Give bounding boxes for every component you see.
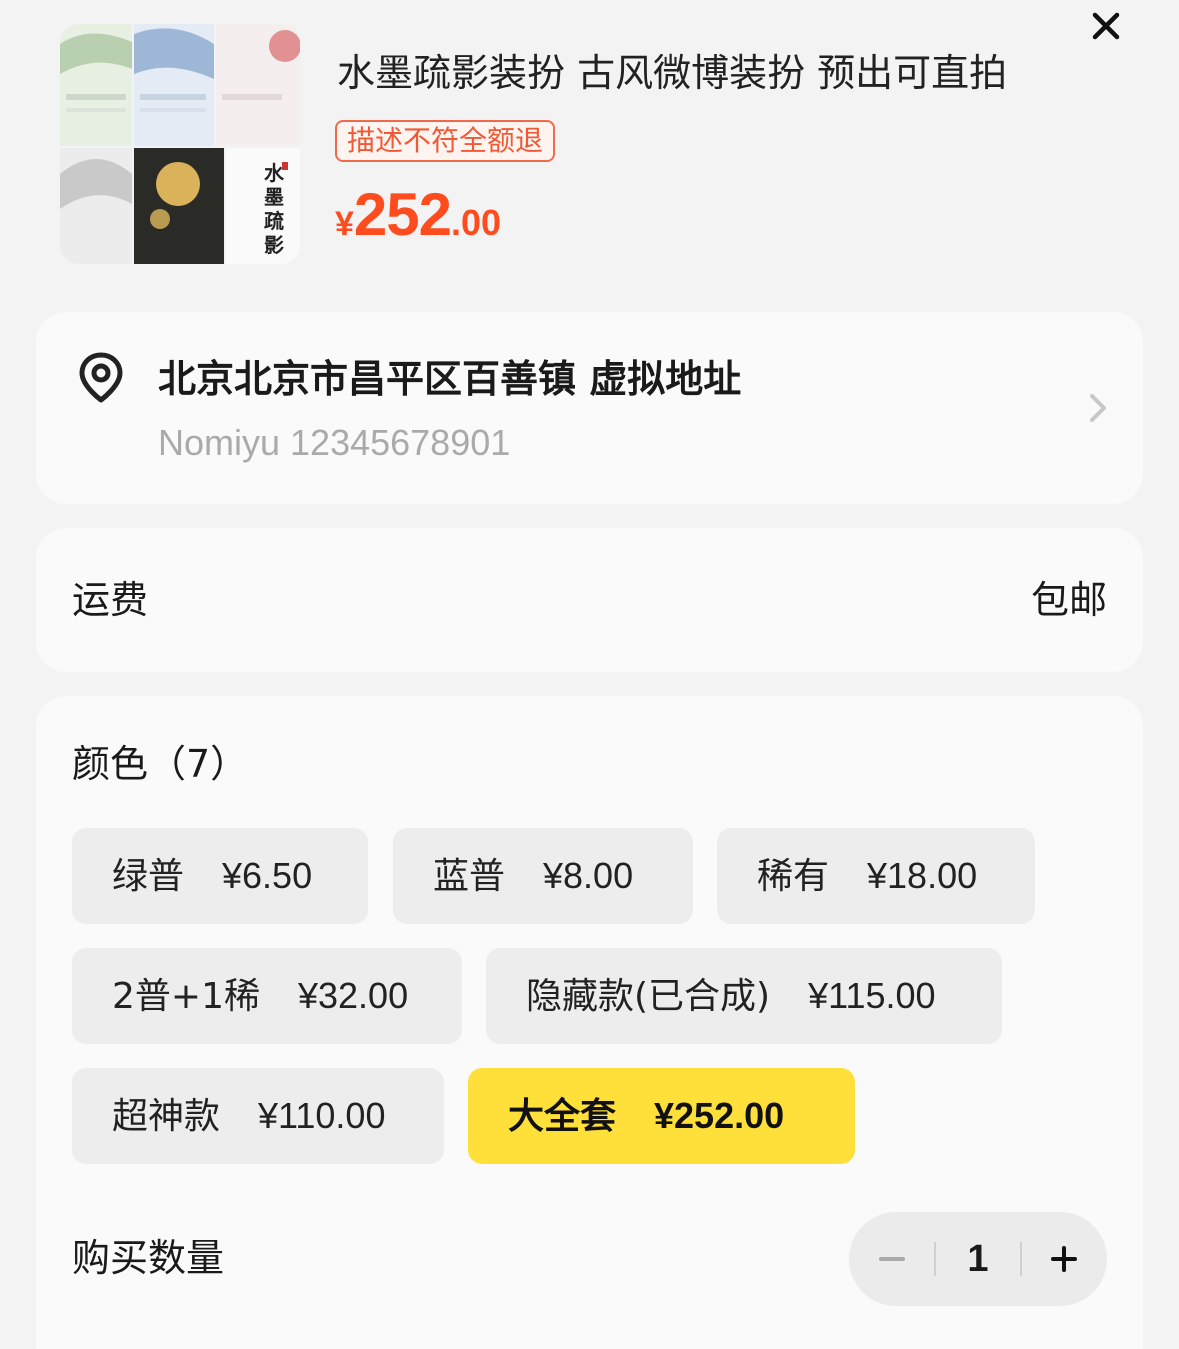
thumb-caption-4: 影 <box>264 233 284 257</box>
thumb-caption-3: 疏 <box>264 209 284 233</box>
option-price: ¥110.00 <box>258 1095 386 1136</box>
product-thumbnail[interactable]: 水 墨 疏 影 <box>60 24 300 264</box>
chevron-right-icon <box>1090 394 1106 422</box>
address-line: 北京北京市昌平区百善镇 虚拟地址 <box>158 357 742 401</box>
quantity-value[interactable]: 1 <box>935 1212 1021 1306</box>
option-price: ¥252.00 <box>654 1095 785 1136</box>
option-hidden[interactable]: 隐藏款(已合成) ¥115.00 <box>486 948 1002 1044</box>
decrease-button[interactable] <box>849 1212 935 1306</box>
option-lvpu[interactable]: 绿普 ¥6.50 <box>72 828 368 924</box>
product-price: ¥252.00 <box>335 180 501 249</box>
quantity-label: 购买数量 <box>72 1236 225 1280</box>
option-name: 2普+1稀 <box>112 976 260 1017</box>
quantity-stepper[interactable]: 1 <box>849 1212 1107 1306</box>
option-name: 绿普 <box>112 856 185 897</box>
price-currency: ¥ <box>335 205 354 243</box>
option-price: ¥32.00 <box>297 975 409 1016</box>
option-name: 蓝普 <box>433 856 506 897</box>
spec-card: 颜色（7） 绿普 ¥6.50 蓝普 ¥8.00 稀有 ¥18.00 2普+1稀 ¥32.… <box>36 696 1143 1349</box>
price-decimal: .00 <box>451 202 502 243</box>
thumb-caption-2: 墨 <box>264 185 284 209</box>
close-button[interactable] <box>1084 4 1128 48</box>
option-price: ¥6.50 <box>222 855 313 896</box>
close-icon <box>1092 12 1120 40</box>
option-name: 超神款 <box>112 1096 221 1137</box>
option-daquantao-selected[interactable]: 大全套 ¥252.00 <box>468 1068 855 1164</box>
option-price: ¥18.00 <box>867 855 978 896</box>
minus-icon <box>879 1257 905 1261</box>
spec-title: 颜色（7） <box>72 742 249 786</box>
thumb-caption-1: 水 <box>264 161 285 185</box>
option-xiyou[interactable]: 稀有 ¥18.00 <box>717 828 1035 924</box>
plus-icon <box>1051 1246 1077 1272</box>
refund-guarantee-tag: 描述不符全额退 <box>335 120 556 162</box>
location-pin-icon <box>79 352 123 403</box>
option-lanpu[interactable]: 蓝普 ¥8.00 <box>393 828 693 924</box>
option-name: 稀有 <box>757 856 830 897</box>
address-contact: Nomiyu 12345678901 <box>158 422 511 463</box>
sku-selection-sheet: 水 墨 疏 影 水墨疏影装扮 古风微博装扮 预出可直拍 描述不符全额退 ¥252… <box>0 0 1179 1349</box>
option-price: ¥8.00 <box>543 855 634 896</box>
option-name: 大全套 <box>508 1096 617 1137</box>
address-card[interactable]: 北京北京市昌平区百善镇 虚拟地址 Nomiyu 12345678901 <box>36 312 1143 504</box>
shipping-card: 运费 包邮 <box>36 528 1143 672</box>
shipping-label: 运费 <box>72 578 149 622</box>
increase-button[interactable] <box>1021 1212 1107 1306</box>
option-name: 隐藏款(已合成) <box>526 976 771 1017</box>
shipping-value: 包邮 <box>1030 578 1107 622</box>
option-chaoshen[interactable]: 超神款 ¥110.00 <box>72 1068 444 1164</box>
price-integer: 252 <box>353 181 452 248</box>
option-price: ¥115.00 <box>808 975 936 1016</box>
option-2pu-1xi[interactable]: 2普+1稀 ¥32.00 <box>72 948 462 1044</box>
product-title: 水墨疏影装扮 古风微博装扮 预出可直拍 <box>337 51 1008 95</box>
